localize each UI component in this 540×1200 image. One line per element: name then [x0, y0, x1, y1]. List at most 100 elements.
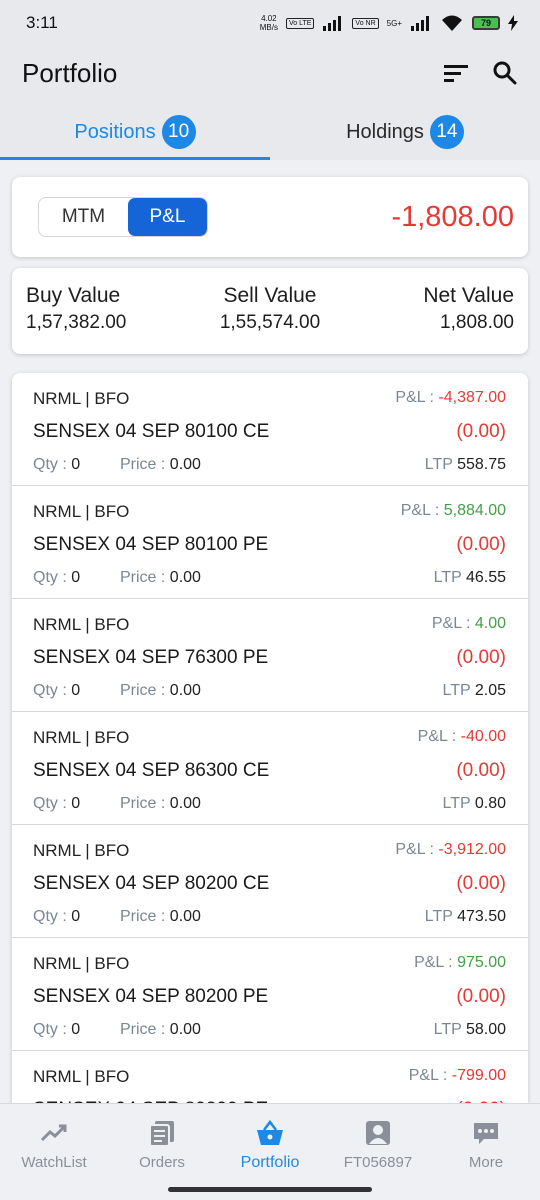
tab-positions[interactable]: Positions 10 [0, 104, 270, 160]
pnl-value: -3,912.00 [438, 841, 506, 858]
price-label: Price : [120, 682, 170, 699]
tab-holdings[interactable]: Holdings 14 [270, 104, 540, 160]
basket-icon [257, 1119, 283, 1145]
qty-label: Qty : [33, 456, 72, 473]
price-value: 0.00 [169, 1021, 201, 1038]
nav-orders[interactable]: Orders [108, 1104, 216, 1200]
avg-price: Price : 0.00 [120, 908, 201, 926]
position-pnl: P&L : 5,884.00 [401, 502, 506, 520]
product-exchange: NRML | BFO [33, 389, 129, 409]
position-row[interactable]: NRML | BFO SENSEX 04 SEP 76300 PE Qty : … [12, 599, 528, 712]
quantity: Qty : 0 [33, 1021, 80, 1039]
pnl-value: 5,884.00 [443, 502, 506, 519]
sim2-vonr-badge: Vo NR [352, 17, 379, 29]
qty-value: 0 [71, 795, 81, 812]
values-summary-card: Buy Value 1,57,382.00 Sell Value 1,55,57… [12, 268, 528, 354]
ltp-value: 58.00 [465, 1021, 506, 1038]
position-pnl: P&L : 975.00 [414, 954, 506, 972]
instrument-symbol: SENSEX 04 SEP 80200 PE [33, 986, 269, 1007]
change-value: (0.00) [456, 760, 506, 781]
position-row[interactable]: NRML | BFO SENSEX 04 SEP 80200 CE Qty : … [12, 825, 528, 938]
charging-icon [508, 15, 518, 31]
nav-account[interactable]: FT056897 [324, 1104, 432, 1200]
price-label: Price : [120, 795, 170, 812]
product-exchange: NRML | BFO [33, 954, 129, 974]
position-row[interactable]: NRML | BFO SENSEX 04 SEP 80100 CE Qty : … [12, 373, 528, 486]
avg-price: Price : 0.00 [120, 795, 201, 813]
instrument-symbol: SENSEX 04 SEP 80100 CE [33, 421, 270, 442]
price-label: Price : [120, 908, 170, 925]
home-indicator[interactable] [168, 1187, 372, 1192]
qty-label: Qty : [33, 795, 72, 812]
search-icon[interactable] [490, 58, 520, 88]
net-speed-unit: MB/s [259, 23, 278, 32]
pnl-value: -799.00 [451, 1067, 506, 1084]
ltp-value: 2.05 [474, 682, 506, 699]
sim1-volte-badge: Vo LTE [285, 17, 315, 29]
ltp-value: 0.80 [474, 795, 506, 812]
ltp: LTP 2.05 [443, 682, 506, 700]
product-type: NRML [33, 1067, 81, 1086]
qty-value: 0 [71, 1021, 81, 1038]
qty-label: Qty : [33, 908, 72, 925]
position-row[interactable]: NRML | BFO SENSEX 04 SEP 86300 CE Qty : … [12, 712, 528, 825]
buy-value: 1,57,382.00 [26, 312, 127, 333]
instrument-symbol: SENSEX 04 SEP 76300 PE [33, 647, 269, 668]
product-exchange: NRML | BFO [33, 502, 129, 522]
change-value: (0.00) [456, 647, 506, 668]
network-type: 5G+ [386, 18, 402, 28]
sell-value-block: Sell Value 1,55,574.00 [198, 284, 342, 334]
avg-price: Price : 0.00 [120, 1021, 201, 1039]
product-type: NRML [33, 728, 81, 747]
quantity: Qty : 0 [33, 908, 80, 926]
ltp: LTP 0.80 [443, 795, 506, 813]
nav-watchlist[interactable]: WatchList [0, 1104, 108, 1200]
nav-portfolio[interactable]: Portfolio [216, 1104, 324, 1200]
holdings-count-badge: 14 [429, 115, 464, 149]
instrument-symbol: SENSEX 04 SEP 80200 CE [33, 873, 270, 894]
pnl-label: P&L : [400, 502, 444, 519]
qty-label: Qty : [33, 682, 72, 699]
nav-orders-label: Orders [139, 1154, 185, 1171]
net-value: 1,808.00 [440, 312, 514, 333]
position-row[interactable]: NRML | BFO SENSEX 04 SEP 80300 PE Qty : … [12, 1051, 528, 1103]
ltp-label: LTP [442, 682, 475, 699]
bottom-navigation: WatchList Orders Portfolio FT056897 More [0, 1103, 540, 1200]
exchange: BFO [94, 954, 130, 973]
position-row[interactable]: NRML | BFO SENSEX 04 SEP 80200 PE Qty : … [12, 938, 528, 1051]
ltp-label: LTP [424, 908, 458, 925]
product-exchange: NRML | BFO [33, 841, 129, 861]
position-pnl: P&L : -4,387.00 [395, 389, 506, 407]
positions-list[interactable]: NRML | BFO SENSEX 04 SEP 80100 CE Qty : … [12, 373, 528, 1103]
qty-value: 0 [71, 908, 81, 925]
position-pnl: P&L : -3,912.00 [395, 841, 506, 859]
pnl-value: -40.00 [460, 728, 506, 745]
net-value-block: Net Value 1,808.00 [423, 284, 514, 334]
status-icons: 4.02 MB/s Vo LTE Vo NR 5G+ 79 [260, 14, 518, 32]
mtm-toggle-option[interactable]: MTM [39, 198, 128, 236]
net-speed-value: 4.02 [261, 14, 277, 23]
exchange: BFO [94, 1067, 130, 1086]
position-row[interactable]: NRML | BFO SENSEX 04 SEP 80100 PE Qty : … [12, 486, 528, 599]
buy-value-label: Buy Value [26, 284, 121, 307]
price-value: 0.00 [169, 682, 201, 699]
nav-more-label: More [468, 1154, 504, 1171]
product-exchange: NRML | BFO [33, 728, 129, 748]
profile-icon [366, 1121, 390, 1145]
tab-positions-label: Positions [74, 120, 156, 143]
product-type: NRML [33, 389, 81, 408]
sort-icon[interactable] [441, 58, 471, 88]
qty-value: 0 [71, 569, 81, 586]
nav-more[interactable]: More [432, 1104, 540, 1200]
signal-icon [323, 16, 342, 31]
pnl-toggle-option[interactable]: P&L [127, 198, 207, 236]
orders-icon [149, 1121, 174, 1147]
price-label: Price : [120, 1021, 170, 1038]
price-label: Price : [120, 569, 170, 586]
tab-holdings-label: Holdings [346, 120, 424, 143]
product-exchange: NRML | BFO [33, 1067, 129, 1087]
signal-icon [411, 16, 429, 31]
pnl-label: P&L : [417, 728, 461, 745]
exchange: BFO [94, 615, 130, 634]
pnl-label: P&L : [431, 615, 475, 632]
